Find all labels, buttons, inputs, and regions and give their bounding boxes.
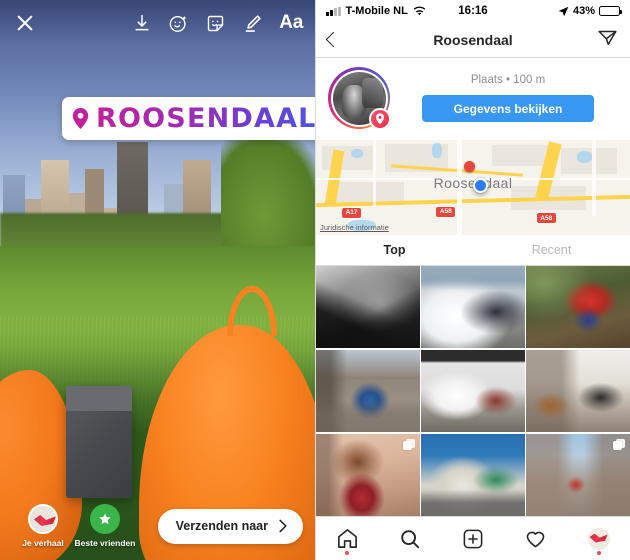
carousel-icon: [613, 438, 625, 451]
carousel-icon: [403, 438, 415, 451]
place-header: Plaats • 100 m Gegevens bekijken: [316, 58, 630, 140]
story-composer-panel: Aa ROOSENDAAL Je verhaal Beste vrienden …: [0, 0, 315, 560]
add-post-icon[interactable]: [450, 522, 496, 556]
story-bottom-bar: Je verhaal Beste vrienden Verzenden naar: [0, 498, 315, 560]
location-sticker[interactable]: ROOSENDAAL: [62, 97, 315, 140]
map-preview[interactable]: Roosendaal A17 A58 A58 Juridische inform…: [316, 140, 630, 235]
profile-avatar-icon[interactable]: [576, 522, 622, 556]
post-selfie[interactable]: [316, 433, 420, 516]
story-tool-group: Aa: [132, 12, 303, 34]
text-icon[interactable]: Aa: [279, 12, 303, 34]
profile-badge-dot: [596, 550, 601, 555]
status-right: 43%: [558, 5, 623, 17]
view-details-button[interactable]: Gegevens bekijken: [422, 95, 594, 122]
star-icon: [90, 504, 120, 534]
location-pin-icon: [369, 108, 391, 130]
post-gym[interactable]: [316, 266, 420, 349]
avatar: [587, 527, 610, 550]
story-photo: [0, 0, 315, 560]
story-avatar-icon: [28, 504, 58, 534]
post-warehouse[interactable]: [421, 349, 525, 433]
activity-heart-icon[interactable]: [513, 522, 559, 556]
view-details-label: Gegevens bekijken: [453, 101, 563, 116]
home-badge-dot: [345, 550, 350, 555]
post-clothing-store[interactable]: [526, 349, 630, 433]
app-root: Aa ROOSENDAAL Je verhaal Beste vrienden …: [0, 0, 630, 560]
story-toolbar: Aa: [0, 0, 315, 46]
audience-your-story-label: Je verhaal: [22, 538, 64, 548]
tab-top[interactable]: Top: [316, 235, 473, 265]
search-icon[interactable]: [387, 522, 433, 556]
map-marker-red: [463, 160, 475, 172]
status-left: T-Mobile NL: [326, 5, 426, 17]
signal-bars-icon: [326, 6, 341, 16]
highway-shield-a58-1: A58: [435, 205, 457, 218]
wifi-icon: [413, 6, 426, 15]
download-icon[interactable]: [132, 13, 152, 33]
post-street-shopping[interactable]: [316, 349, 420, 433]
tab-recent[interactable]: Recent: [473, 235, 630, 265]
carrier-label: T-Mobile NL: [345, 5, 408, 17]
battery-percent-label: 43%: [572, 5, 595, 17]
place-tabs: Top Recent: [316, 235, 630, 266]
home-icon[interactable]: [324, 522, 370, 556]
place-meta: Plaats • 100 m: [470, 74, 546, 86]
highway-shield-a58-2: A58: [535, 212, 557, 225]
draw-pen-icon[interactable]: [242, 13, 263, 34]
post-forest[interactable]: [526, 266, 630, 349]
audience-close-friends[interactable]: Beste vrienden: [74, 504, 136, 548]
post-grid: [316, 266, 630, 516]
map-dot-blue: [473, 178, 488, 193]
battery-icon: [599, 6, 623, 16]
sticker-icon[interactable]: [205, 13, 226, 34]
audience-your-story[interactable]: Je verhaal: [12, 504, 74, 548]
place-info: Plaats • 100 m Gegevens bekijken: [400, 74, 616, 122]
status-bar: T-Mobile NL 16:16 43%: [316, 0, 630, 22]
location-pin-icon: [72, 108, 89, 129]
bottom-tab-bar: [316, 516, 630, 560]
post-car[interactable]: [421, 266, 525, 349]
paper-plane-icon[interactable]: [597, 27, 618, 53]
map-legal-link[interactable]: Juridische informatie: [320, 223, 389, 232]
send-to-button[interactable]: Verzenden naar: [157, 508, 303, 544]
location-arrow-icon: [558, 6, 569, 16]
send-to-label: Verzenden naar: [175, 519, 268, 533]
nav-bar: Roosendaal: [316, 22, 630, 58]
place-avatar-ring[interactable]: [328, 67, 391, 130]
face-filter-icon[interactable]: [168, 13, 189, 34]
post-street-houses[interactable]: [526, 433, 630, 516]
cube-ottoman: [66, 386, 133, 499]
place-page-panel: T-Mobile NL 16:16 43% Roosendaal Plaats …: [315, 0, 630, 560]
chevron-left-icon[interactable]: [325, 31, 342, 48]
chevron-right-icon: [279, 519, 287, 533]
page-title: Roosendaal: [433, 31, 513, 48]
highway-shield-a17: A17: [341, 206, 363, 219]
post-truck[interactable]: [421, 433, 525, 516]
audience-close-friends-label: Beste vrienden: [74, 538, 136, 548]
close-icon[interactable]: [12, 10, 38, 36]
location-sticker-label: ROOSENDAAL: [96, 103, 315, 134]
